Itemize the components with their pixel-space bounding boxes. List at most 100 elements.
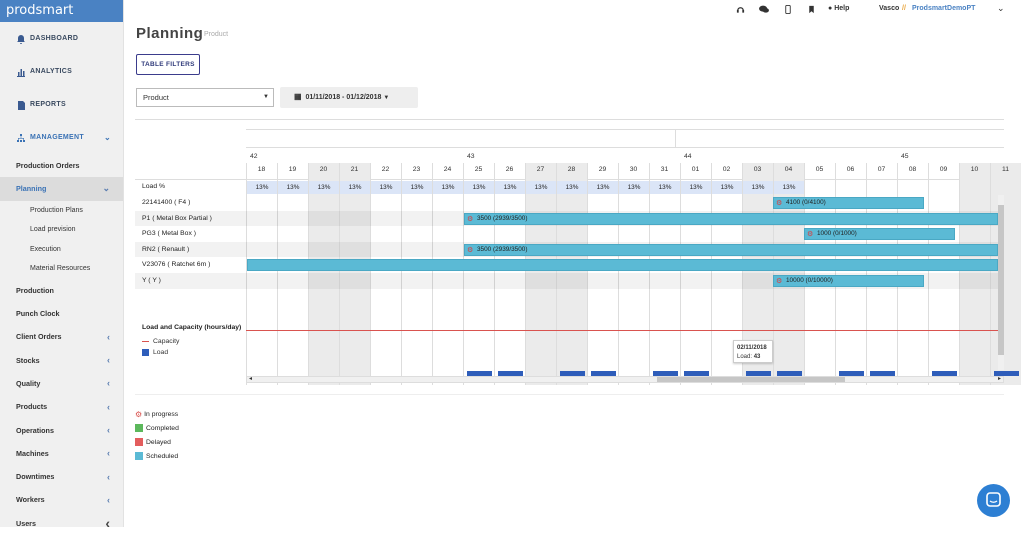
logo[interactable]: prodsmart — [0, 0, 123, 22]
row-label: 22141400 ( F4 ) — [142, 199, 191, 206]
load-percent-cell: 13% — [712, 181, 742, 194]
sidebar-subitem-execution[interactable]: Execution — [0, 240, 123, 260]
sidebar-item-production-orders[interactable]: Production Orders — [0, 154, 123, 177]
sidebar-item-users[interactable]: Users ‹ — [0, 512, 123, 535]
capacity-swatch — [142, 341, 149, 342]
nav-analytics[interactable]: ANALYTICS — [0, 55, 123, 88]
nav-label: DASHBOARD — [30, 35, 79, 42]
load-tooltip: 02/11/2018 Load: 43 — [733, 340, 773, 363]
production-bar[interactable]: ⚙ 4100 (0/4100) — [773, 197, 924, 209]
sidebar-item-operations[interactable]: Operations ‹ — [0, 418, 123, 441]
day-header: 20 — [319, 166, 328, 173]
nav-label: REPORTS — [30, 101, 66, 108]
sidebar-item-products[interactable]: Products ‹ — [0, 395, 123, 418]
day-header: 27 — [536, 166, 545, 173]
sidebar-item-machines[interactable]: Machines ‹ — [0, 442, 123, 465]
production-bar[interactable]: ⚙ 10000 (0/10000) — [773, 275, 924, 287]
legend-item: Delayed — [135, 435, 179, 449]
vertical-scrollbar-thumb[interactable] — [998, 205, 1004, 355]
help-link[interactable]: ● Help — [828, 5, 849, 12]
headset-icon[interactable] — [736, 5, 745, 14]
tooltip-load: Load: 43 — [737, 353, 769, 362]
horizontal-scrollbar[interactable]: ◂ ▸ — [246, 376, 1004, 383]
sidebar-subitem-material-resources[interactable]: Material Resources — [0, 259, 123, 279]
sidebar-item-downtimes[interactable]: Downtimes ‹ — [0, 465, 123, 488]
sidebar-item-planning[interactable]: Planning ⌄ — [0, 177, 123, 201]
sidebar-item-label: Downtimes — [16, 472, 55, 482]
product-select[interactable]: Product ▼ — [136, 88, 274, 107]
scrollbar-thumb[interactable] — [657, 377, 845, 382]
bar-chart-icon — [17, 68, 25, 77]
legend-label: In progress — [144, 410, 179, 418]
load-percent-cell: 13% — [557, 181, 587, 194]
chevron-down-icon[interactable]: ⌄ — [997, 3, 1005, 14]
product-select-value: Product — [143, 93, 169, 102]
production-bar[interactable]: ⚙ 3500 (2939/3500) — [464, 212, 998, 225]
sidebar-subitem-production-plans[interactable]: Production Plans — [0, 201, 123, 221]
caret-down-icon: ▼ — [383, 95, 390, 101]
tooltip-load-label: Load: — [737, 354, 753, 360]
day-header: 24 — [443, 166, 452, 173]
gantt-header-divider — [246, 129, 1004, 130]
sidebar-item-workers[interactable]: Workers ‹ — [0, 488, 123, 511]
chevron-left-icon: ‹ — [107, 494, 110, 505]
sidebar-item-label: Production — [16, 285, 54, 295]
load-percent-cell: 13% — [464, 181, 494, 194]
legend-label: Delayed — [146, 438, 171, 446]
row-label: V23076 ( Ratchet 6m ) — [142, 261, 211, 269]
sidebar-item-label: Production Orders — [16, 161, 80, 171]
table-filters-button[interactable]: TABLE FILTERS — [136, 54, 200, 75]
scroll-right-icon[interactable]: ▸ — [998, 375, 1001, 382]
chat-bubble-icon — [986, 492, 1001, 507]
load-percent-cell: 13% — [526, 181, 556, 194]
production-bar[interactable] — [247, 259, 998, 272]
sidebar-item-client-orders[interactable]: Client Orders ‹ — [0, 325, 123, 348]
collapse-sidebar-icon[interactable]: ‹ — [105, 515, 110, 531]
sidebar-item-quality[interactable]: Quality ‹ — [0, 372, 123, 395]
chevron-left-icon: ‹ — [107, 331, 110, 342]
row-label: RN2 ( Renault ) — [142, 245, 190, 253]
date-range-picker[interactable]: ▦ 01/11/2018 - 01/12/2018 ▼ — [280, 87, 418, 108]
day-header: 28 — [567, 166, 576, 173]
bookmark-icon[interactable] — [808, 5, 815, 14]
load-swatch — [142, 349, 149, 356]
day-header: 18 — [257, 166, 266, 173]
load-percent-cell: 13% — [371, 181, 401, 194]
top-bar: ● Help Vasco // ProdsmartDemoPT ⌄ — [124, 0, 1022, 18]
load-percent-cell: 13% — [402, 181, 432, 194]
nav-management[interactable]: MANAGEMENT ⌄ — [0, 121, 123, 154]
scroll-left-icon[interactable]: ◂ — [249, 375, 252, 382]
company-name[interactable]: ProdsmartDemoPT — [912, 5, 975, 12]
date-range-label: 01/11/2018 - 01/12/2018 — [305, 94, 382, 101]
week-header: 43 — [467, 153, 475, 160]
gantt-week-divider — [246, 147, 1004, 148]
sidebar-item-label: Products — [16, 402, 48, 412]
nav-label: MANAGEMENT — [30, 134, 84, 141]
nav-reports[interactable]: REPORTS — [0, 88, 123, 121]
chevron-down-icon: ⌄ — [103, 133, 111, 142]
mobile-icon[interactable] — [785, 5, 791, 14]
day-header: 08 — [908, 166, 917, 173]
vertical-scrollbar[interactable] — [998, 195, 1004, 370]
chat-widget-button[interactable] — [977, 484, 1010, 517]
sidebar-item-label: Planning — [16, 184, 47, 194]
nav-label: ANALYTICS — [30, 68, 73, 75]
load-legend: Load — [142, 349, 168, 356]
nav-dashboard[interactable]: DASHBOARD — [0, 22, 123, 55]
bell-icon — [17, 34, 25, 44]
sidebar-item-punch-clock[interactable]: Punch Clock — [0, 302, 123, 325]
sitemap-icon — [17, 133, 25, 142]
load-legend-label: Load — [153, 349, 169, 356]
load-percent-cell: 13% — [433, 181, 463, 194]
sidebar-subitem-load-prevision[interactable]: Load prevision — [0, 220, 123, 240]
sidebar-item-production[interactable]: Production — [0, 279, 123, 302]
chat-icon[interactable] — [758, 5, 770, 14]
chevron-left-icon: ‹ — [107, 425, 110, 436]
production-bar[interactable]: ⚙ 1000 (0/1000) — [804, 228, 955, 241]
sidebar-item-label: Operations — [16, 425, 54, 435]
day-header: 30 — [629, 166, 638, 173]
production-bar[interactable]: ⚙ 3500 (2939/3500) — [464, 243, 998, 256]
sidebar: prodsmart DASHBOARD ANALYTICS REPORTS MANAG… — [0, 0, 124, 531]
sidebar-item-stocks[interactable]: Stocks ‹ — [0, 348, 123, 371]
day-header: 05 — [815, 166, 824, 173]
